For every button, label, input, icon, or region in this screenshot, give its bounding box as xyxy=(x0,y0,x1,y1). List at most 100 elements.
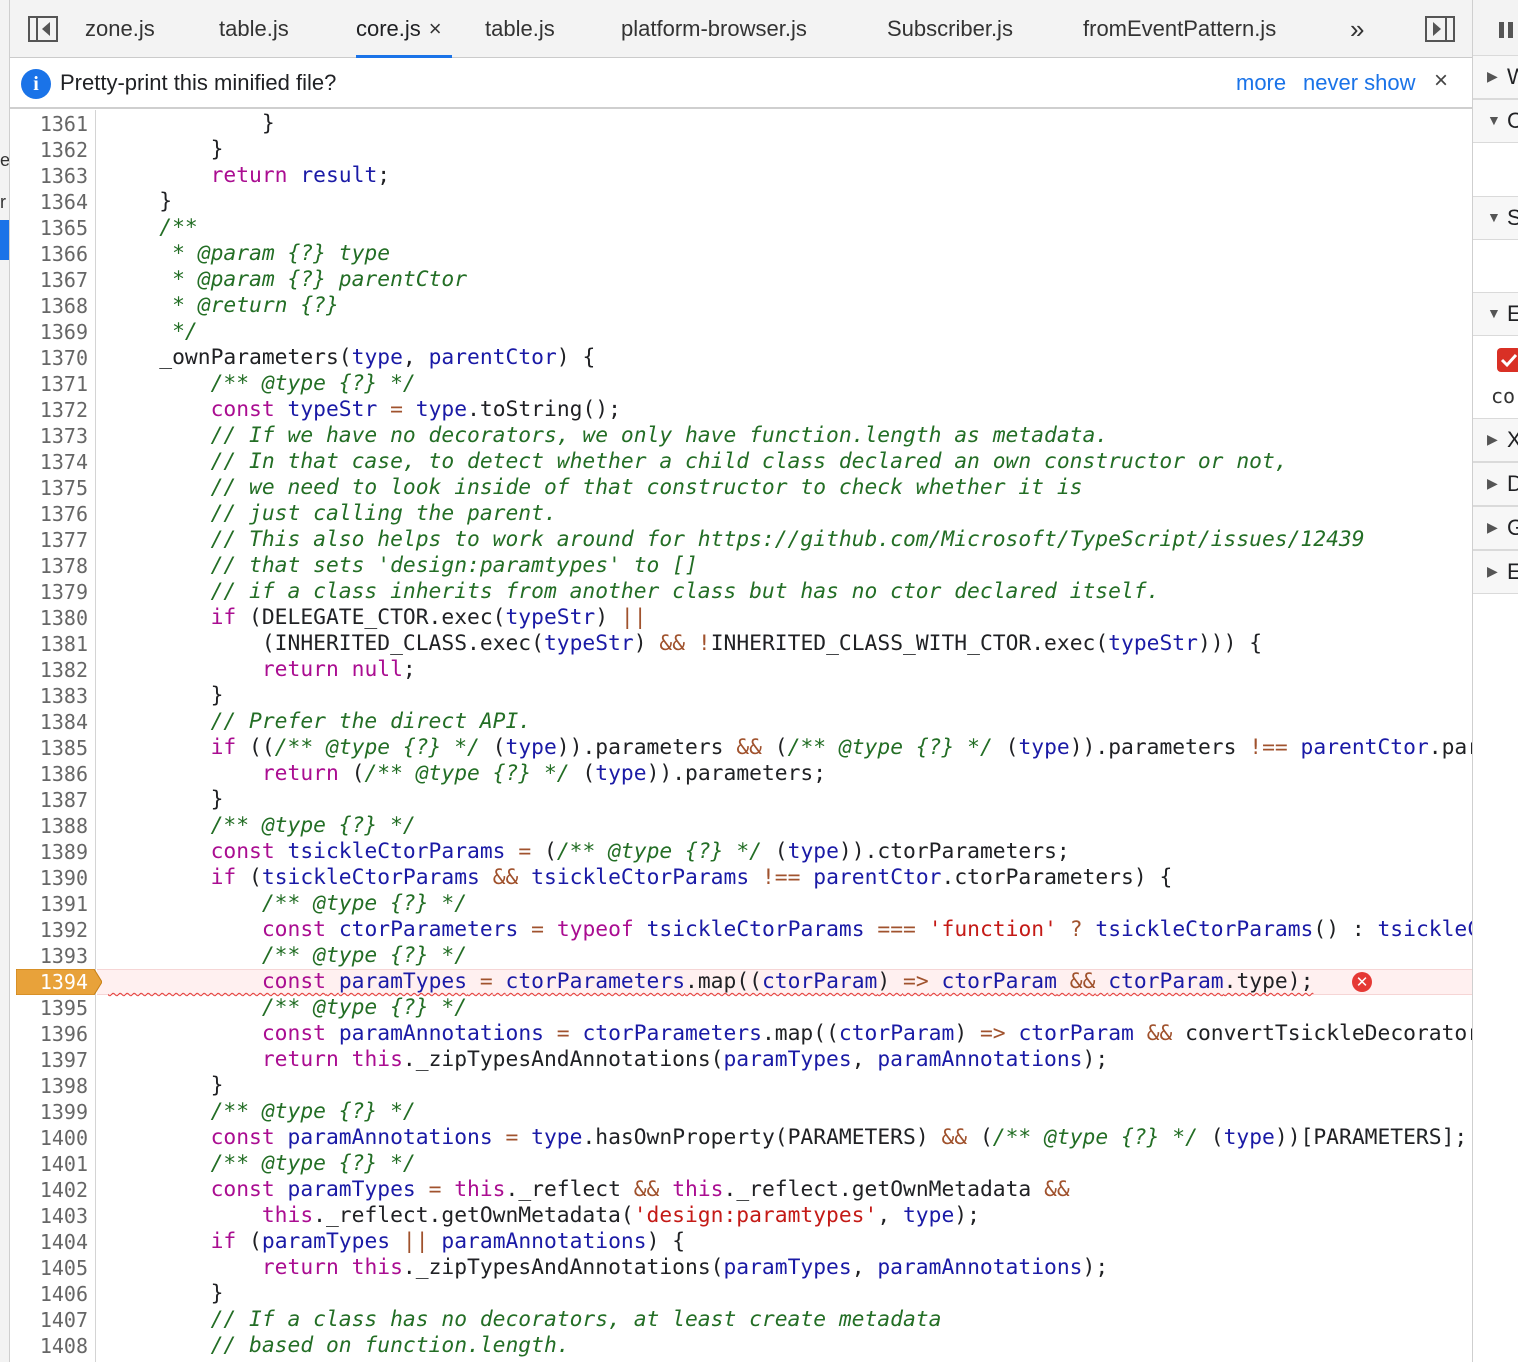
tab-table-js-2[interactable]: table.js xyxy=(485,0,555,58)
line-number[interactable]: 1391 xyxy=(10,891,88,917)
line-number[interactable]: 1403 xyxy=(10,1203,88,1229)
line-number[interactable]: 1386 xyxy=(10,761,88,787)
code-token: } xyxy=(108,787,224,812)
navigator-fragment: e/ xyxy=(0,150,10,170)
line-number[interactable]: 1365 xyxy=(10,215,88,241)
never-show-link[interactable]: never show xyxy=(1303,70,1416,96)
pause-icon[interactable] xyxy=(1497,20,1517,40)
line-number[interactable]: 1401 xyxy=(10,1151,88,1177)
code-token: } xyxy=(108,683,224,708)
code-token: return xyxy=(108,1047,339,1072)
line-number[interactable]: 1382 xyxy=(10,657,88,683)
tab-core-js[interactable]: core.js × xyxy=(356,0,452,58)
line-number[interactable]: 1376 xyxy=(10,501,88,527)
line-number[interactable]: 1370 xyxy=(10,345,88,371)
line-number[interactable]: 1390 xyxy=(10,865,88,891)
line-number[interactable]: 1389 xyxy=(10,839,88,865)
expanded-triangle-icon: ▼ xyxy=(1487,305,1501,321)
line-number[interactable]: 1384 xyxy=(10,709,88,735)
code-token: )).parameters xyxy=(1069,735,1250,760)
code-line: 1377 // This also helps to work around f… xyxy=(10,527,1472,553)
line-number[interactable]: 1383 xyxy=(10,683,88,709)
line-number[interactable]: 1406 xyxy=(10,1281,88,1307)
sidebar-section-label: W xyxy=(1507,64,1518,90)
code-token: INHERITED_CLASS_WITH_CTOR.exec( xyxy=(710,631,1109,656)
sidebar-section-header[interactable]: ▶W xyxy=(1473,55,1518,99)
sidebar-section-header[interactable]: ▶G xyxy=(1473,506,1518,550)
line-number[interactable]: 1372 xyxy=(10,397,88,423)
line-number[interactable]: 1368 xyxy=(10,293,88,319)
line-number[interactable]: 1369 xyxy=(10,319,88,345)
line-number[interactable]: 1398 xyxy=(10,1073,88,1099)
tab-fromeventpattern-js[interactable]: fromEventPattern.js xyxy=(1083,0,1276,58)
tab-overflow-icon[interactable]: » xyxy=(1350,0,1364,58)
line-number[interactable]: 1366 xyxy=(10,241,88,267)
line-number[interactable]: 1377 xyxy=(10,527,88,553)
line-number[interactable]: 1387 xyxy=(10,787,88,813)
code-token: return xyxy=(108,1255,339,1280)
line-number[interactable]: 1363 xyxy=(10,163,88,189)
close-icon[interactable]: × xyxy=(1434,67,1448,95)
line-number[interactable]: 1392 xyxy=(10,917,88,943)
line-number[interactable]: 1407 xyxy=(10,1307,88,1333)
code-token: = xyxy=(390,397,403,422)
line-number[interactable]: 1373 xyxy=(10,423,88,449)
error-icon[interactable]: ✕ xyxy=(1352,972,1372,992)
line-number[interactable]: 1367 xyxy=(10,267,88,293)
line-number[interactable]: 1379 xyxy=(10,579,88,605)
code-token: => xyxy=(979,1021,1006,1046)
breakpoint-checkbox[interactable] xyxy=(1497,348,1518,372)
line-number[interactable]: 1393 xyxy=(10,943,88,969)
line-number[interactable]: 1385 xyxy=(10,735,88,761)
line-number[interactable]: 1371 xyxy=(10,371,88,397)
line-number[interactable]: 1397 xyxy=(10,1047,88,1073)
line-number[interactable]: 1399 xyxy=(10,1099,88,1125)
line-number[interactable]: 1364 xyxy=(10,189,88,215)
line-number[interactable]: 1381 xyxy=(10,631,88,657)
line-number[interactable]: 1408 xyxy=(10,1333,88,1359)
code-text: // In that case, to detect whether a chi… xyxy=(108,449,1288,475)
line-number[interactable]: 1380 xyxy=(10,605,88,631)
line-number[interactable]: 1396 xyxy=(10,1021,88,1047)
toggle-navigator-icon[interactable] xyxy=(28,16,58,42)
tab-zone-js[interactable]: zone.js xyxy=(85,0,155,58)
line-number[interactable]: 1362 xyxy=(10,137,88,163)
line-number[interactable]: 1388 xyxy=(10,813,88,839)
sidebar-section-header[interactable]: ▼S xyxy=(1473,196,1518,240)
navigator-selection-indicator xyxy=(0,220,9,260)
sidebar-section-header[interactable]: ▶D xyxy=(1473,462,1518,506)
line-number[interactable]: 1405 xyxy=(10,1255,88,1281)
sidebar-section-header[interactable]: ▶X xyxy=(1473,418,1518,462)
code-line: 1404 if (paramTypes || paramAnnotations)… xyxy=(10,1229,1472,1255)
breakpoint-marker[interactable]: 1394 xyxy=(16,969,102,995)
line-number[interactable]: 1400 xyxy=(10,1125,88,1151)
sidebar-section-header[interactable]: ▼E xyxy=(1473,292,1518,336)
more-link[interactable]: more xyxy=(1236,70,1286,96)
line-number[interactable]: 1374 xyxy=(10,449,88,475)
code-editor[interactable]: 1361 } 1362 } 1363 return result; 1364 } 136… xyxy=(10,110,1472,1362)
code-text: */ xyxy=(108,319,198,345)
tab-close-icon[interactable]: × xyxy=(429,16,442,41)
code-token: return xyxy=(108,761,339,786)
info-icon: i xyxy=(21,69,51,99)
code-line: 1368 * @return {?} xyxy=(10,293,1472,319)
tab-subscriber-js[interactable]: Subscriber.js xyxy=(887,0,1013,58)
code-token: /** @type {?} */ xyxy=(274,735,480,760)
tab-platform-browser-js[interactable]: platform-browser.js xyxy=(621,0,807,58)
line-number[interactable]: 1375 xyxy=(10,475,88,501)
sidebar-section-header[interactable]: ▼C xyxy=(1473,99,1518,143)
toggle-debugger-icon[interactable] xyxy=(1425,16,1455,42)
collapsed-triangle-icon: ▶ xyxy=(1487,68,1498,84)
line-number[interactable]: 1404 xyxy=(10,1229,88,1255)
code-token: // If we have no decorators, we only hav… xyxy=(108,423,1109,448)
sidebar-section-header[interactable]: ▶E xyxy=(1473,550,1518,594)
line-number[interactable]: 1378 xyxy=(10,553,88,579)
line-number[interactable]: 1402 xyxy=(10,1177,88,1203)
tab-label: platform-browser.js xyxy=(621,16,807,41)
tab-table-js[interactable]: table.js xyxy=(219,0,289,58)
line-number[interactable]: 1395 xyxy=(10,995,88,1021)
line-number[interactable]: 1361 xyxy=(10,111,88,137)
